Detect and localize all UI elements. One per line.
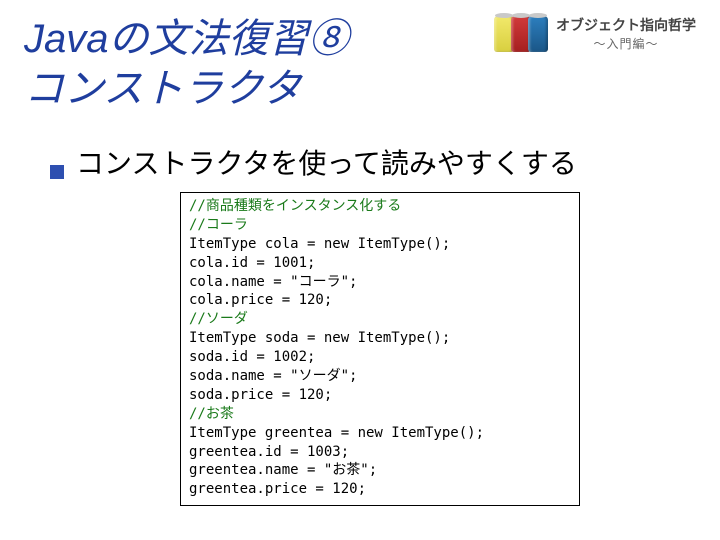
code-line: ItemType greentea = new ItemType(); — [189, 425, 484, 441]
code-line: cola.name = "コーラ"; — [189, 274, 357, 290]
code-comment: //お茶 — [189, 406, 234, 422]
code-line: ItemType soda = new ItemType(); — [189, 330, 450, 346]
code-line: cola.id = 1001; — [189, 255, 315, 271]
code-line: cola.price = 120; — [189, 292, 332, 308]
code-line: soda.name = "ソーダ"; — [189, 368, 357, 384]
cans-icon — [497, 16, 548, 52]
code-line: ItemType cola = new ItemType(); — [189, 236, 450, 252]
code-comment: //商品種類をインスタンス化する — [189, 198, 401, 214]
code-line: greentea.name = "お茶"; — [189, 462, 377, 478]
logo-main: オブジェクト指向哲学 — [556, 16, 696, 36]
logo-sub: ～入門編～ — [556, 36, 696, 53]
bullet-row: コンストラクタを使って読みやすくする — [50, 142, 696, 182]
code-line: soda.price = 120; — [189, 387, 332, 403]
bullet-text: コンストラクタを使って読みやすくする — [76, 142, 577, 182]
code-line: soda.id = 1002; — [189, 349, 315, 365]
logo-text: オブジェクト指向哲学 ～入門編～ — [556, 16, 696, 52]
code-comment: //ソーダ — [189, 311, 248, 327]
code-line: greentea.price = 120; — [189, 481, 366, 497]
code-box: //商品種類をインスタンス化する //コーラ ItemType cola = n… — [180, 192, 580, 506]
bullet-square-icon — [50, 165, 64, 179]
code-line: greentea.id = 1003; — [189, 444, 349, 460]
slide: Javaの文法復習⑧ コンストラクタ オブジェクト指向哲学 ～入門編～ コンスト… — [0, 0, 720, 530]
can-soda-icon — [528, 16, 548, 52]
code-comment: //コーラ — [189, 217, 248, 233]
slide-title: Javaの文法復習⑧ コンストラクタ — [24, 14, 349, 114]
logo-area: オブジェクト指向哲学 ～入門編～ — [497, 16, 696, 52]
header-row: Javaの文法復習⑧ コンストラクタ オブジェクト指向哲学 ～入門編～ — [24, 14, 696, 114]
